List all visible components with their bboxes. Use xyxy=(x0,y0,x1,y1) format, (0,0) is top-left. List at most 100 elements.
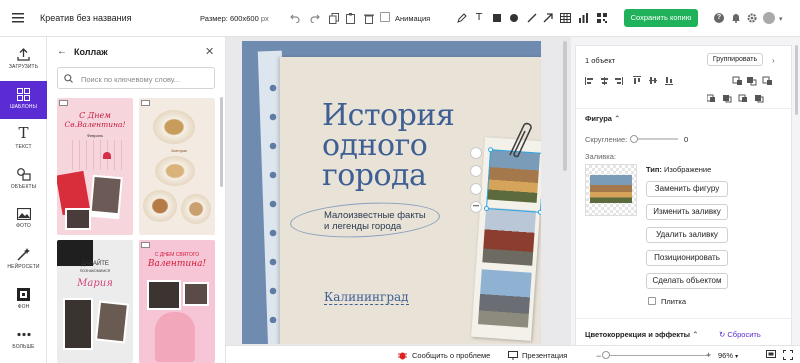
fill-preview[interactable] xyxy=(585,164,637,216)
presentation-button[interactable]: Презентация xyxy=(522,351,567,360)
shapes-icon xyxy=(16,168,31,181)
properties-panel: 1 объект Группировать › Фигура ⌃ Скругле… xyxy=(571,37,800,363)
help-icon[interactable]: ? xyxy=(714,13,724,23)
fit-screen-icon[interactable] xyxy=(766,350,776,360)
line-tool-icon[interactable] xyxy=(527,13,537,23)
group-button[interactable]: Группировать xyxy=(707,53,763,66)
replace-shape-button[interactable]: Заменить фигуру xyxy=(646,181,728,197)
color-section-title[interactable]: Цветокоррекция и эффекты ⌃ xyxy=(585,330,698,339)
sidebar-item-background[interactable]: ФОН xyxy=(0,281,47,319)
sidebar-item-objects[interactable]: ОБЪЕКТЫ xyxy=(0,161,47,199)
position-button[interactable]: Позиционировать xyxy=(646,250,728,266)
fill-type: Тип: Изображение xyxy=(646,165,712,174)
close-icon[interactable]: ✕ xyxy=(205,45,214,58)
user-avatar[interactable] xyxy=(763,12,775,24)
paste-icon[interactable] xyxy=(346,13,356,24)
make-object-button[interactable]: Сделать объектом xyxy=(646,273,728,289)
report-problem-link[interactable]: Сообщить о проблеме xyxy=(412,351,490,360)
duplicate-icon[interactable] xyxy=(470,165,482,177)
settings-icon[interactable] xyxy=(747,13,757,23)
reset-link[interactable]: ↻ Сбросить xyxy=(719,330,761,339)
panel-title: Коллаж xyxy=(74,47,108,57)
sidebar-item-label: ОБЪЕКТЫ xyxy=(10,184,37,190)
change-fill-button[interactable]: Изменить заливку xyxy=(646,204,728,220)
save-copy-button[interactable]: Сохранить копию xyxy=(624,9,698,27)
canvas-title[interactable]: История одного города xyxy=(322,101,455,191)
reset-icon: ↻ xyxy=(719,330,726,339)
search-input[interactable]: Поиск по ключевому слову... xyxy=(57,67,215,89)
sidebar-item-photo[interactable]: ФОТО xyxy=(0,201,47,239)
chevron-down-icon[interactable]: ▾ xyxy=(779,15,783,23)
more-options-icon[interactable]: ••• xyxy=(470,201,482,213)
text-tool-icon[interactable]: T xyxy=(476,12,482,23)
rounding-value[interactable]: 0 xyxy=(684,135,688,144)
trash-icon[interactable] xyxy=(470,183,482,195)
resize-handle[interactable] xyxy=(537,209,541,215)
slider-thumb[interactable] xyxy=(602,351,610,359)
template-thumb-acquaintance[interactable]: ДАВАЙТЕ ПОЗНАКОМИМСЯ Мария xyxy=(57,240,133,363)
zoom-level[interactable]: 96% ▾ xyxy=(718,351,738,360)
template-thumb-valentine-pink[interactable]: С ДНЕМ СВЯТОГО Валентина! xyxy=(139,240,215,363)
text-icon: T xyxy=(18,124,29,142)
sidebar-item-templates[interactable]: ШАБЛОНЫ xyxy=(0,81,47,119)
hamburger-menu-icon[interactable] xyxy=(12,13,24,23)
image-type-icon xyxy=(141,242,150,248)
zoom-in-icon[interactable]: + xyxy=(706,350,711,360)
resize-handle[interactable] xyxy=(487,147,494,153)
document-title[interactable]: Креатив без названия xyxy=(40,13,132,23)
zoom-out-icon[interactable]: − xyxy=(596,351,601,361)
presentation-icon xyxy=(508,351,518,360)
table-tool-icon[interactable] xyxy=(560,13,571,23)
rotate-icon[interactable] xyxy=(470,147,482,159)
qr-tool-icon[interactable] xyxy=(597,13,607,23)
animation-checkbox[interactable] xyxy=(380,12,390,22)
selection-count: 1 объект xyxy=(585,56,616,65)
chart-tool-icon[interactable] xyxy=(578,13,589,23)
fullscreen-icon[interactable] xyxy=(783,350,793,360)
bell-icon[interactable] xyxy=(731,13,741,23)
delete-icon[interactable] xyxy=(364,13,374,24)
templates-panel: ← Коллаж ✕ Поиск по ключевому слову... С… xyxy=(47,37,226,363)
canvas-scrollbar[interactable] xyxy=(563,41,567,171)
canvas-city[interactable]: Калининград xyxy=(324,290,409,305)
more-icon xyxy=(16,332,31,337)
undo-icon[interactable] xyxy=(290,13,300,23)
sidebar-item-label: БОЛЬШЕ xyxy=(12,344,35,350)
sidebar-item-label: ЗАГРУЗИТЬ xyxy=(8,64,39,70)
shape-section-title[interactable]: Фигура ⌃ xyxy=(585,114,620,123)
sidebar-item-more[interactable]: БОЛЬШЕ xyxy=(0,321,47,359)
left-sidebar: ЗАГРУЗИТЬ ШАБЛОНЫ T ТЕКСТ ОБЪЕКТЫ ФОТО Н… xyxy=(0,37,47,363)
panel-scrollbar[interactable] xyxy=(220,97,223,187)
sidebar-item-text[interactable]: T ТЕКСТ xyxy=(0,121,47,159)
canvas-subtitle[interactable]: Малоизвестные факты и легенды города xyxy=(324,210,426,232)
remove-fill-button[interactable]: Удалить заливку xyxy=(646,227,728,243)
rounding-slider[interactable] xyxy=(630,135,678,143)
properties-scrollbar[interactable] xyxy=(795,45,798,115)
zoom-slider[interactable] xyxy=(602,351,710,359)
photo-icon xyxy=(16,208,31,220)
sidebar-item-ai[interactable]: НЕЙРОСЕТИ xyxy=(0,241,47,279)
chevron-right-icon[interactable]: › xyxy=(772,56,775,65)
search-placeholder: Поиск по ключевому слову... xyxy=(81,75,181,84)
image-type-icon xyxy=(141,100,150,106)
arrow-tool-icon[interactable] xyxy=(543,13,553,23)
layer-order-icons[interactable] xyxy=(707,94,767,104)
copy-icon[interactable] xyxy=(329,13,339,24)
template-thumb-breakfast[interactable]: Завтрак xyxy=(139,98,215,235)
sidebar-item-upload[interactable]: ЗАГРУЗИТЬ xyxy=(0,41,47,79)
sidebar-item-label: ШАБЛОНЫ xyxy=(9,104,38,110)
back-arrow-icon[interactable]: ← xyxy=(57,46,67,57)
tile-checkbox[interactable] xyxy=(648,297,656,305)
rectangle-tool-icon[interactable] xyxy=(493,14,501,22)
pen-icon[interactable] xyxy=(457,13,467,23)
sidebar-item-label: ТЕКСТ xyxy=(15,144,32,150)
redo-icon[interactable] xyxy=(310,13,320,23)
template-thumb-valentine-calendar[interactable]: С Днем Св.Валентина! Февраль xyxy=(57,98,133,235)
canvas-area: История одного города Малоизвестные факт… xyxy=(226,37,571,363)
size-value[interactable]: 600x600 xyxy=(230,14,259,23)
upload-icon xyxy=(17,48,30,61)
circle-tool-icon[interactable] xyxy=(510,14,518,22)
design-canvas[interactable]: История одного города Малоизвестные факт… xyxy=(242,41,541,344)
slider-thumb[interactable] xyxy=(630,135,638,143)
rounding-label: Скругление: xyxy=(585,135,628,144)
